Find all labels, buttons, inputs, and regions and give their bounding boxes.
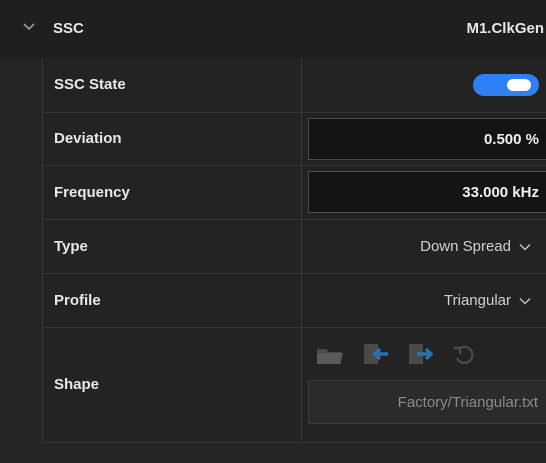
type-row: Type Down Spread bbox=[43, 220, 546, 274]
deviation-input[interactable]: 0.500 % bbox=[308, 118, 546, 160]
shape-toolbar bbox=[313, 340, 513, 370]
section-source: M1.ClkGen bbox=[466, 20, 544, 37]
ssc-state-label: SSC State bbox=[54, 76, 126, 93]
section-title: SSC bbox=[53, 20, 84, 37]
column-divider bbox=[301, 58, 302, 112]
property-grid: SSC State Deviation 0.500 % Frequency 33… bbox=[42, 58, 546, 443]
chevron-down-icon bbox=[519, 244, 531, 251]
frequency-value: 33.000 kHz bbox=[462, 184, 539, 201]
column-divider bbox=[301, 166, 302, 219]
export-icon[interactable] bbox=[403, 340, 437, 368]
chevron-down-icon bbox=[519, 298, 531, 305]
frequency-label: Frequency bbox=[54, 184, 130, 201]
column-divider bbox=[301, 328, 302, 442]
import-icon[interactable] bbox=[358, 340, 392, 368]
frequency-row: Frequency 33.000 kHz bbox=[43, 166, 546, 220]
ssc-state-toggle[interactable] bbox=[473, 74, 539, 96]
profile-label: Profile bbox=[54, 292, 101, 309]
toggle-knob bbox=[507, 79, 531, 91]
chevron-down-icon[interactable] bbox=[22, 20, 36, 34]
ssc-panel: SSC M1.ClkGen SSC State Deviation 0.500 … bbox=[0, 0, 546, 463]
shape-file-path: Factory/Triangular.txt bbox=[397, 394, 538, 411]
shape-row: Shape Factory/Triangular.txt bbox=[43, 328, 546, 443]
deviation-label: Deviation bbox=[54, 130, 122, 147]
type-value: Down Spread bbox=[420, 238, 511, 255]
column-divider bbox=[301, 220, 302, 273]
section-header[interactable]: SSC M1.ClkGen bbox=[0, 0, 546, 58]
open-folder-icon[interactable] bbox=[313, 340, 347, 368]
deviation-value: 0.500 % bbox=[483, 131, 539, 148]
reset-icon[interactable] bbox=[448, 340, 482, 368]
profile-dropdown[interactable]: Triangular bbox=[444, 292, 531, 309]
profile-value: Triangular bbox=[444, 292, 511, 309]
ssc-state-row: SSC State bbox=[43, 58, 546, 113]
column-divider bbox=[301, 113, 302, 165]
type-label: Type bbox=[54, 238, 88, 255]
profile-row: Profile Triangular bbox=[43, 274, 546, 328]
deviation-row: Deviation 0.500 % bbox=[43, 113, 546, 166]
frequency-input[interactable]: 33.000 kHz bbox=[308, 171, 546, 213]
shape-file-field[interactable]: Factory/Triangular.txt bbox=[308, 380, 546, 424]
type-dropdown[interactable]: Down Spread bbox=[420, 238, 531, 255]
shape-label: Shape bbox=[54, 376, 100, 393]
column-divider bbox=[301, 274, 302, 327]
